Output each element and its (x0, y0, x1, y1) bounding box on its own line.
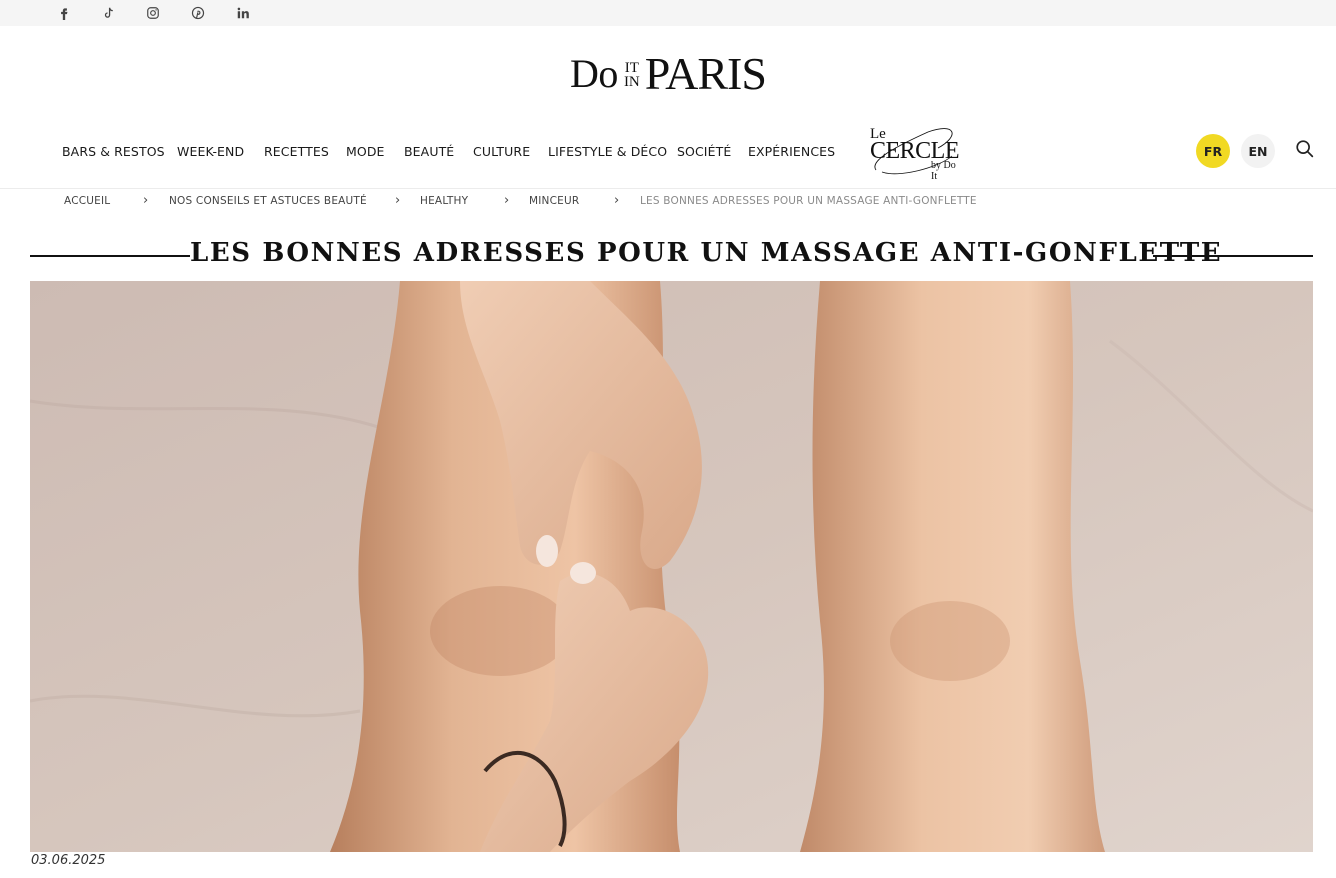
cercle-by-do-it: by Do It (931, 160, 956, 182)
instagram-icon[interactable] (143, 3, 163, 23)
social-bar (0, 0, 1336, 26)
lang-en-button[interactable]: EN (1241, 134, 1275, 168)
breadcrumb-separator: › (504, 193, 510, 208)
title-rule-left (30, 255, 190, 257)
nav-item-experiences[interactable]: EXPÉRIENCES (748, 144, 835, 159)
linkedin-icon[interactable] (233, 3, 253, 23)
article-date: 03.06.2025 (31, 853, 106, 868)
breadcrumb-separator: › (395, 193, 401, 208)
logo-it-in: IT IN (623, 59, 640, 90)
nav-item-societe[interactable]: SOCIÉTÉ (677, 144, 731, 159)
nav-item-week-end[interactable]: WEEK-END (177, 144, 244, 159)
hero-image (30, 281, 1313, 852)
facebook-icon[interactable] (54, 3, 74, 23)
nav-item-lifestyle-deco[interactable]: LIFESTYLE & DÉCO (548, 144, 667, 159)
logo-do: Do (570, 51, 618, 96)
logo-paris: PARIS (644, 48, 767, 99)
title-rule-right (1153, 255, 1313, 257)
le-cercle-logo[interactable]: Le CERCLE by Do It (868, 126, 960, 182)
pinterest-icon[interactable] (188, 3, 208, 23)
page-title: LES BONNES ADRESSES POUR UN MASSAGE ANTI… (190, 238, 1223, 268)
nav-item-bars-restos[interactable]: BARS & RESTOS (62, 144, 165, 159)
nav-item-beaute[interactable]: BEAUTÉ (404, 144, 454, 159)
breadcrumb-healthy[interactable]: HEALTHY (420, 195, 468, 207)
lang-fr-button[interactable]: FR (1196, 134, 1230, 168)
breadcrumb-accueil[interactable]: ACCUEIL (64, 195, 110, 207)
breadcrumb-minceur[interactable]: MINCEUR (529, 195, 579, 207)
nav-item-mode[interactable]: MODE (346, 144, 385, 159)
breadcrumb-current: LES BONNES ADRESSES POUR UN MASSAGE ANTI… (640, 195, 977, 207)
search-icon[interactable] (1294, 138, 1316, 160)
breadcrumb-separator: › (614, 193, 620, 208)
tiktok-icon[interactable] (99, 3, 119, 23)
breadcrumb-separator: › (143, 193, 149, 208)
logo-it: IT (624, 60, 639, 76)
header-divider (0, 188, 1336, 189)
logo-in: IN (623, 74, 640, 90)
site-logo[interactable]: Do IT IN PARIS (0, 48, 1336, 99)
nav-item-culture[interactable]: CULTURE (473, 144, 530, 159)
breadcrumb-conseils-beaute[interactable]: NOS CONSEILS ET ASTUCES BEAUTÉ (169, 195, 367, 207)
nav-item-recettes[interactable]: RECETTES (264, 144, 329, 159)
